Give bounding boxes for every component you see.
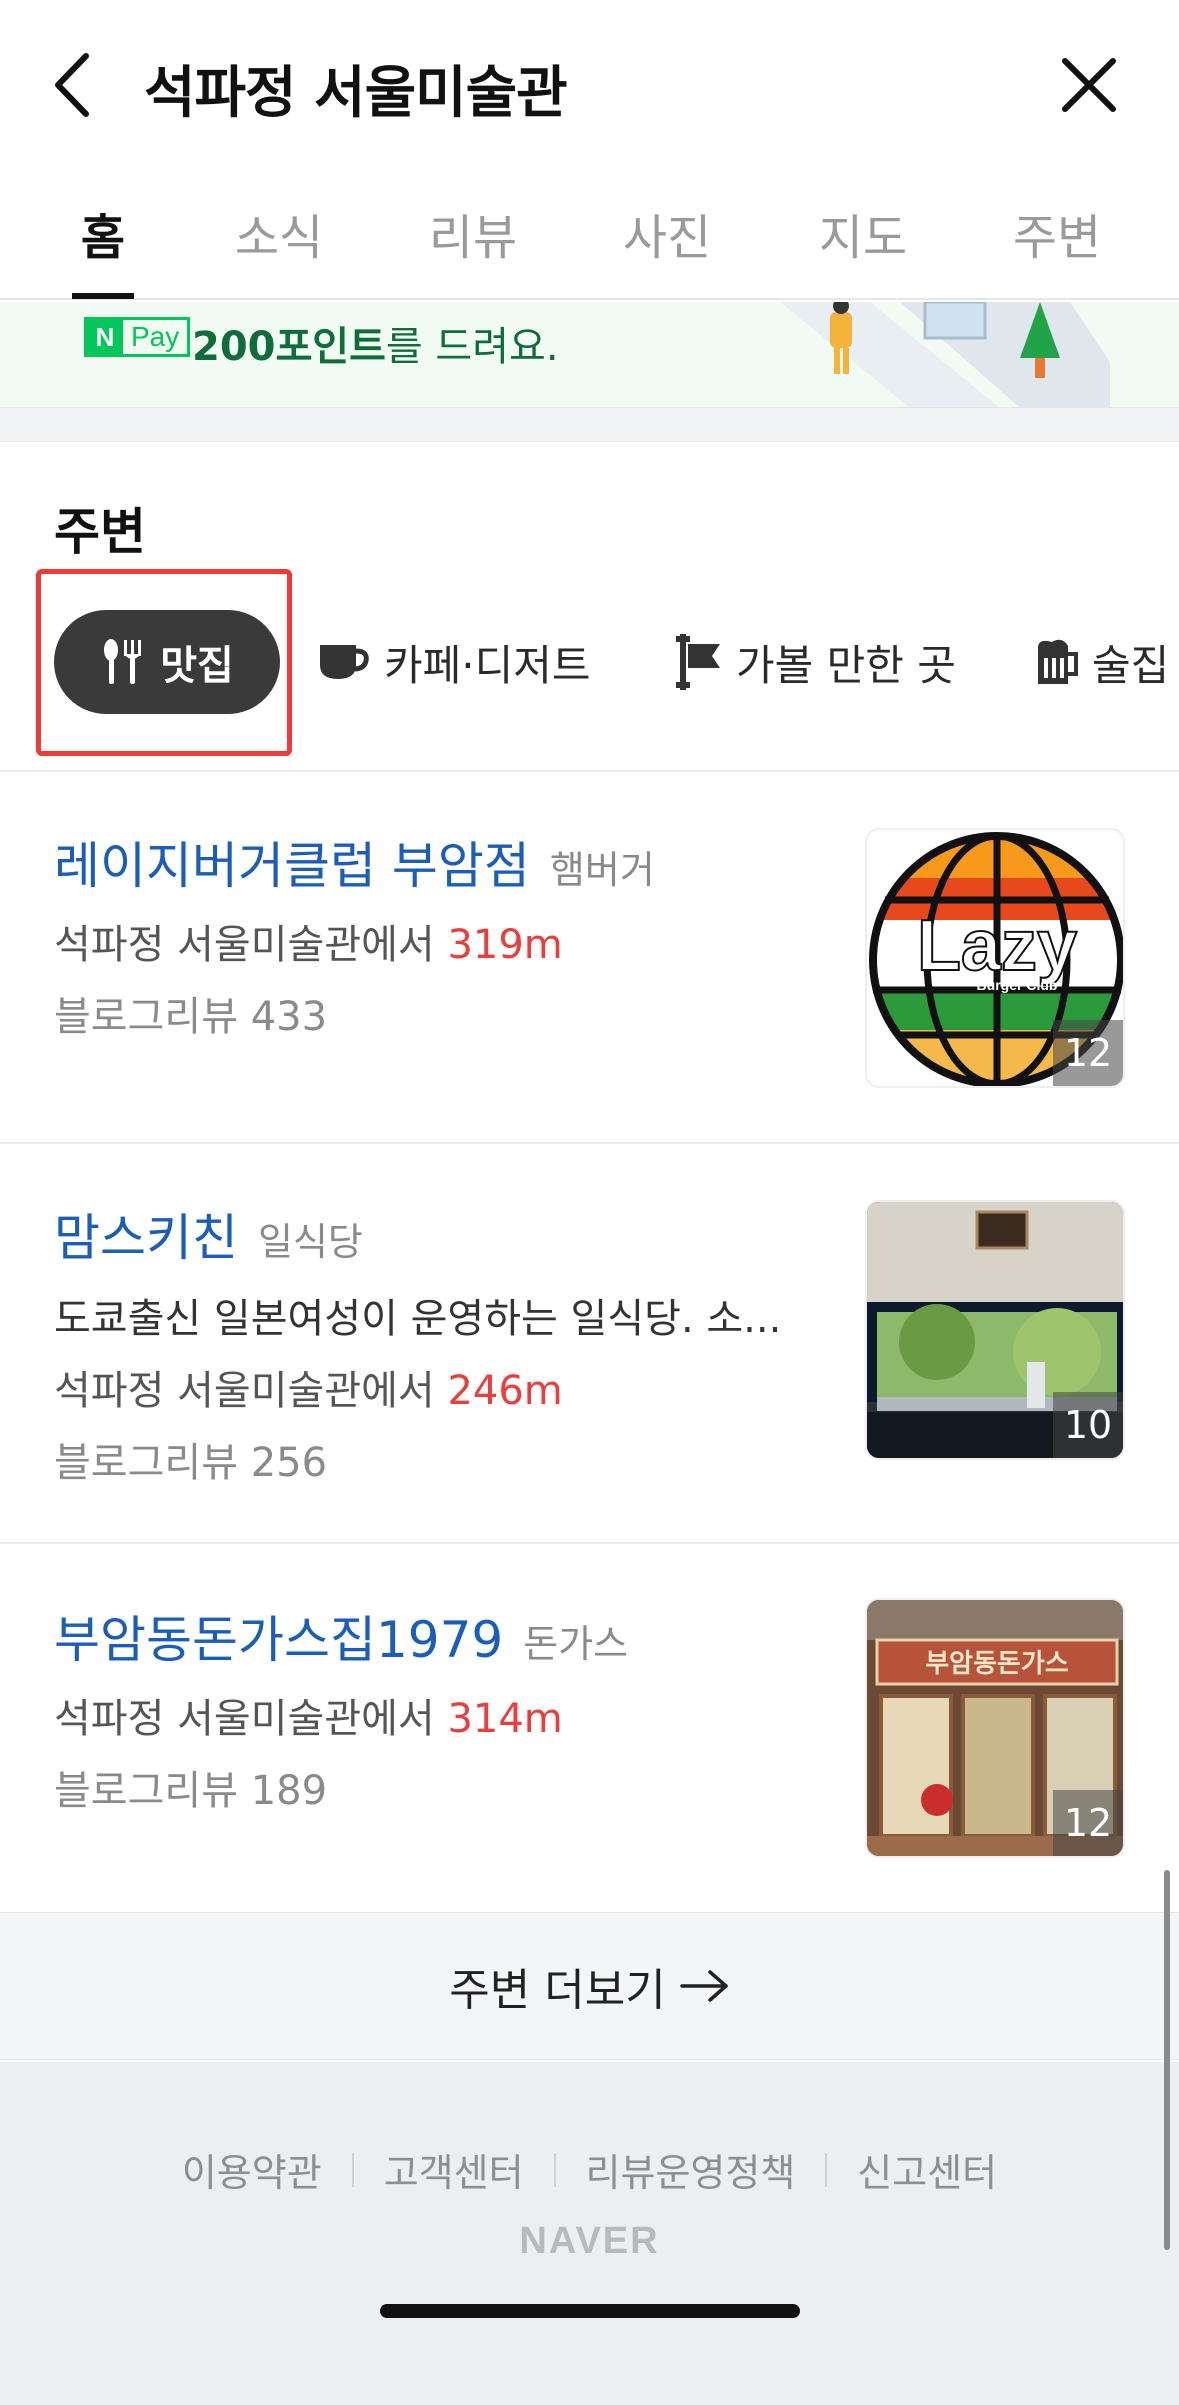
footer: 이용약관 고객센터 리뷰운영정책 신고센터 NAVER <box>0 2062 1179 2405</box>
svg-text:부암동돈가스: 부암동돈가스 <box>925 1649 1069 1679</box>
close-button[interactable] <box>1049 45 1129 125</box>
section-separator <box>0 408 1179 442</box>
arrow-right-icon <box>679 1970 728 2002</box>
chip-bars[interactable]: 술집 <box>1036 610 1169 714</box>
place-thumbnail[interactable]: 10 <box>865 1200 1125 1460</box>
footer-link-customer-center[interactable]: 고객센터 <box>384 2142 524 2197</box>
chevron-left-icon <box>55 53 89 117</box>
scrollbar[interactable] <box>1164 1870 1170 2250</box>
header: 석파정 서울미술관 <box>0 0 1179 170</box>
place-name[interactable]: 부암동돈가스집1979 <box>54 1600 503 1672</box>
tab-news[interactable]: 소식 <box>224 198 334 298</box>
flag-icon <box>676 634 720 690</box>
list-item[interactable]: 레이지버거클럽 부암점 햄버거 석파정 서울미술관에서 319m 블로그리뷰 4… <box>0 772 1179 1142</box>
npay-points-banner[interactable]: N Pay 200포인트를 드려요. <box>0 302 1179 408</box>
naver-logo: NAVER <box>519 2220 660 2262</box>
blog-review-count: 블로그리뷰 256 <box>54 1440 328 1486</box>
place-distance: 석파정 서울미술관에서 314m <box>54 1696 563 1742</box>
tab-map[interactable]: 지도 <box>808 198 918 298</box>
footer-link-report-center[interactable]: 신고센터 <box>857 2142 997 2197</box>
banner-illustration <box>780 302 1110 407</box>
place-distance: 석파정 서울미술관에서 246m <box>54 1368 563 1414</box>
place-thumbnail[interactable]: Lazy Burger Club 12 <box>865 828 1125 1088</box>
divider <box>825 2152 828 2187</box>
list-item[interactable]: 맘스키친 일식당 도쿄출신 일본여성이 운영하는 일식당. 소... 석파정 서… <box>0 1144 1179 1542</box>
coffee-cup-icon <box>320 645 369 679</box>
blog-review-count: 블로그리뷰 189 <box>54 1768 328 1814</box>
divider <box>351 2152 354 2187</box>
more-nearby-button[interactable]: 주변 더보기 <box>0 1912 1179 2060</box>
photo-count-badge: 10 <box>1053 1392 1123 1458</box>
place-name[interactable]: 맘스키친 <box>54 1198 238 1270</box>
place-description: 도쿄출신 일본여성이 운영하는 일식당. 소... <box>54 1296 782 1342</box>
page-title: 석파정 서울미술관 <box>144 61 568 126</box>
tab-home[interactable]: 홈 <box>58 198 148 298</box>
close-icon <box>1062 58 1116 112</box>
tab-bar: 홈 소식 리뷰 사진 지도 주변 <box>0 180 1179 300</box>
photo-count-badge: 12 <box>1053 1020 1123 1086</box>
blog-review-count: 블로그리뷰 433 <box>54 994 328 1040</box>
tab-photos[interactable]: 사진 <box>612 198 722 298</box>
footer-link-review-policy[interactable]: 리뷰운영정책 <box>586 2142 796 2197</box>
chip-cafe-dessert[interactable]: 카페·디저트 <box>318 610 591 714</box>
footer-links: 이용약관 고객센터 리뷰운영정책 신고센터 <box>0 2142 1179 2197</box>
nearby-section-title: 주변 <box>54 503 146 561</box>
divider <box>553 2152 556 2187</box>
list-item[interactable]: 부암동돈가스집1979 돈가스 석파정 서울미술관에서 314m 블로그리뷰 1… <box>0 1544 1179 1912</box>
place-category: 일식당 <box>258 1220 363 1264</box>
place-category: 돈가스 <box>523 1622 629 1666</box>
beer-mug-icon <box>1038 639 1078 684</box>
place-distance: 석파정 서울미술관에서 319m <box>54 922 563 968</box>
footer-link-terms[interactable]: 이용약관 <box>182 2142 322 2197</box>
photo-count-badge: 12 <box>1053 1790 1123 1856</box>
svg-text:Lazy: Lazy <box>917 906 1077 986</box>
nearby-category-chips: 맛집 카페·디저트 가볼 만한 곳 술집 <box>0 560 1179 760</box>
tab-reviews[interactable]: 리뷰 <box>418 198 528 298</box>
home-indicator[interactable] <box>380 2304 800 2318</box>
banner-text: 200포인트를 드려요. <box>192 324 559 370</box>
place-thumbnail[interactable]: 부암동돈가스 12 <box>865 1598 1125 1858</box>
npay-logo: N Pay <box>84 317 191 357</box>
tab-nearby[interactable]: 주변 <box>1002 198 1112 298</box>
place-category: 햄버거 <box>549 848 655 892</box>
chip-attractions[interactable]: 가볼 만한 곳 <box>676 610 956 714</box>
annotation-highlight-box <box>36 569 292 756</box>
place-name[interactable]: 레이지버거클럽 부암점 <box>54 826 530 898</box>
svg-text:Burger Club: Burger Club <box>977 977 1058 993</box>
back-button[interactable] <box>50 40 130 130</box>
active-tab-indicator <box>72 293 134 299</box>
